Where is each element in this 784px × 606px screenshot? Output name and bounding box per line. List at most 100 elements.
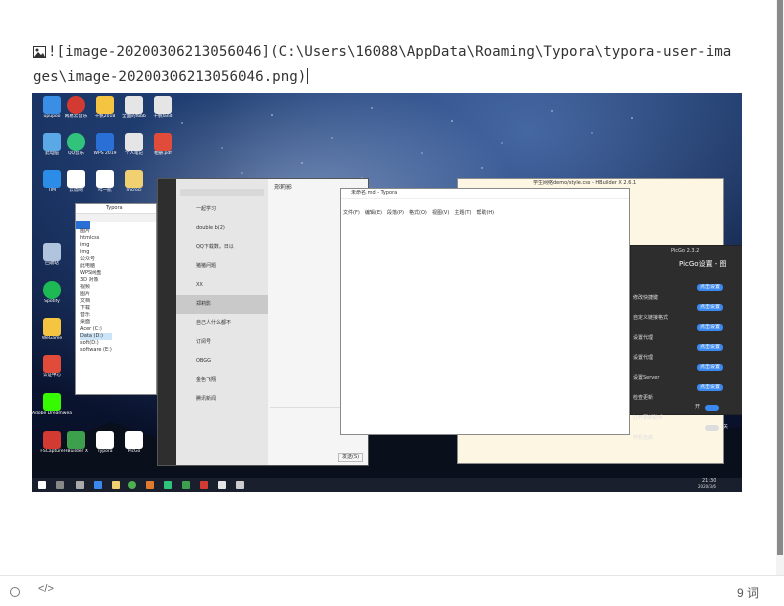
chat-list-item[interactable]: QQ下载数。日以 [176, 238, 268, 257]
dreamweaver-icon [43, 393, 61, 411]
chat-list-item[interactable]: 自己人什么都不 [176, 314, 268, 333]
chat-list-item[interactable]: 订阅号 [176, 333, 268, 352]
typora-icon [96, 431, 114, 449]
explorer-item[interactable]: 下载 [80, 305, 112, 312]
explorer-item[interactable]: 图片 [80, 228, 112, 235]
menu-file[interactable]: 文件(F) [343, 210, 360, 216]
embedded-screenshot-image[interactable]: upupoo 网易云音乐 千帆2018 全面的fbbb 千帆fand 此电脑 Q… [32, 93, 742, 492]
typora-window[interactable]: 未命名.md - Typora 文件(F) 编辑(E) 段落(P) 格式(O) … [340, 188, 630, 435]
cloud-icon [67, 170, 85, 188]
pdf-icon [154, 133, 172, 151]
chat-list-item[interactable]: 金色飞翔 [176, 371, 268, 390]
explorer-item[interactable]: htmlcss [80, 235, 112, 242]
picgo-settings-window[interactable]: PicGo 2.3.2 PicGo设置 - 图 修改快捷键 点击设置 自定义链接格… [630, 245, 742, 441]
start-icon[interactable] [38, 481, 46, 489]
chat-list-item[interactable]: OBGG [176, 352, 268, 371]
hbuilder-icon[interactable] [182, 481, 190, 489]
search-icon[interactable] [56, 481, 64, 489]
chat-list-item[interactable]: XX [176, 276, 268, 295]
image-icon [33, 46, 46, 58]
picgo-setting-button[interactable]: 点击设置 [697, 304, 724, 311]
explorer-item[interactable]: software (E:) [80, 347, 112, 354]
menu-view[interactable]: 视图(V) [432, 210, 449, 216]
menu-edit[interactable]: 编辑(E) [365, 210, 382, 216]
wechat-icon[interactable] [164, 481, 172, 489]
taskbar-app-icon[interactable] [94, 481, 102, 489]
chat-list-item[interactable]: 腾讯新闻 [176, 390, 268, 409]
taskbar-date[interactable]: 2020/3/6 [698, 484, 716, 490]
explorer-item[interactable]: 图片 [80, 291, 112, 298]
picgo-toggle-on[interactable] [705, 405, 719, 411]
chat-list-item[interactable]: double b(2) [176, 219, 268, 238]
picgo-settings-list: 修改快捷键 点击设置 自定义链接格式 点击设置 设置代理 点击设置 设置代理 点击设置 … [633, 284, 729, 444]
picgo-setting-button[interactable]: 点击设置 [697, 384, 724, 391]
desktop-icon-picgo[interactable]: PicGo [114, 431, 154, 461]
explorer-item[interactable]: 桌面 [80, 319, 112, 326]
chat-list-item-selected[interactable]: 郑莉影 [176, 295, 268, 314]
picgo-row: 打开更新助手开 [633, 404, 719, 424]
editor-area[interactable]: ![image-20200306213056046](C:\Users\1608… [0, 0, 776, 575]
send-button[interactable]: 发送(S) [338, 453, 364, 462]
file-explorer-window[interactable]: Typora 图片 htmlcss img img 公众号 此电脑 WPS网盘 … [75, 203, 157, 395]
wechat-window[interactable]: 一起学习 double b(2) QQ下载数。日以 猪猪问题 XX 郑莉影 自己… [157, 178, 369, 466]
explorer-item[interactable]: 3D 对象 [80, 277, 112, 284]
folder-icon[interactable] [112, 481, 120, 489]
picgo-row: 设置代理 点击设置 [633, 344, 724, 364]
picgo-setting-button[interactable]: 点击设置 [697, 364, 724, 371]
explorer-nav-tree: 图片 htmlcss img img 公众号 此电脑 WPS网盘 3D 对象 视… [80, 228, 112, 354]
desktop-icon-dreamweaver[interactable]: Adobe Dreamweaver [32, 393, 72, 423]
chat-list-item[interactable]: 一起学习 [176, 200, 268, 219]
chat-list-item[interactable]: 猪猪问题 [176, 257, 268, 276]
picgo-setting-button[interactable]: 点击设置 [697, 324, 724, 331]
picgo-row: 设置Server 点击设置 [633, 364, 724, 384]
markdown-source-text-1: ![image-20200306213056046](C:\Users\1608… [48, 44, 732, 60]
explorer-item[interactable]: img [80, 242, 112, 249]
picgo-title: PicGo设置 - 图 [679, 260, 727, 268]
qianfan-icon [96, 96, 114, 114]
explorer-item[interactable]: 公众号 [80, 256, 112, 263]
markdown-image-line-continued[interactable]: ges\image-20200306213056046.png) [33, 65, 309, 89]
desktop-icon-doc-2[interactable]: 千帆fand [143, 96, 183, 126]
explorer-item[interactable]: 音乐 [80, 312, 112, 319]
desktop-icon-wegame[interactable]: WeGame [32, 318, 72, 348]
picgo-toggle-off[interactable] [705, 425, 719, 431]
explorer-ribbon [76, 214, 156, 229]
typora-menubar: 文件(F) 编辑(E) 段落(P) 格式(O) 视图(V) 主题(T) 帮助(H… [341, 199, 629, 216]
windows-taskbar: 21:30 2020/3/6 [32, 478, 742, 492]
netease-icon[interactable] [200, 481, 208, 489]
spotify-icon [43, 281, 61, 299]
menu-theme[interactable]: 主题(T) [454, 210, 471, 216]
wegame-icon [43, 318, 61, 336]
scrollbar-thumb[interactable] [777, 0, 783, 555]
explorer-item[interactable]: Data (D:) [80, 333, 112, 340]
menu-paragraph[interactable]: 段落(P) [387, 210, 404, 216]
picgo-setting-button[interactable]: 点击设置 [697, 284, 724, 291]
explorer-item[interactable]: soft(D:) [80, 340, 112, 347]
chrome-icon[interactable] [128, 481, 136, 489]
desktop-icon-recycle-bin[interactable]: 回收站 [32, 243, 72, 273]
firefox-icon[interactable] [146, 481, 154, 489]
typora-icon[interactable] [218, 481, 226, 489]
explorer-item[interactable]: Acer (C:) [80, 326, 112, 333]
explorer-item[interactable]: 文档 [80, 298, 112, 305]
explorer-item[interactable]: img [80, 249, 112, 256]
picgo-setting-button[interactable]: 点击设置 [697, 344, 724, 351]
picgo-row: 开机自启关 [633, 424, 729, 441]
desktop-icon-spotify[interactable]: Spotify [32, 281, 72, 311]
menu-format[interactable]: 格式(O) [409, 210, 427, 216]
desktop-icon-pdf[interactable]: 相册.pdf [143, 133, 183, 163]
source-code-mode-button[interactable]: </> [38, 583, 54, 595]
word-count[interactable]: 9 词 [737, 584, 759, 601]
explorer-item[interactable]: 视频 [80, 284, 112, 291]
vertical-scrollbar[interactable] [776, 0, 784, 575]
desktop-icon-auth[interactable]: 认证中心 [32, 355, 72, 385]
taskbar-app-icon[interactable] [236, 481, 244, 489]
explorer-item[interactable]: WPS网盘 [80, 270, 112, 277]
wechat-search-input[interactable] [180, 189, 264, 196]
task-view-icon[interactable] [76, 481, 84, 489]
menu-help[interactable]: 帮助(H) [476, 210, 494, 216]
markdown-image-line[interactable]: ![image-20200306213056046](C:\Users\1608… [33, 40, 731, 64]
desktop-icon-folder[interactable]: mcroci [114, 170, 154, 200]
explorer-item[interactable]: 此电脑 [80, 263, 112, 270]
outline-toggle-icon[interactable] [10, 587, 20, 597]
